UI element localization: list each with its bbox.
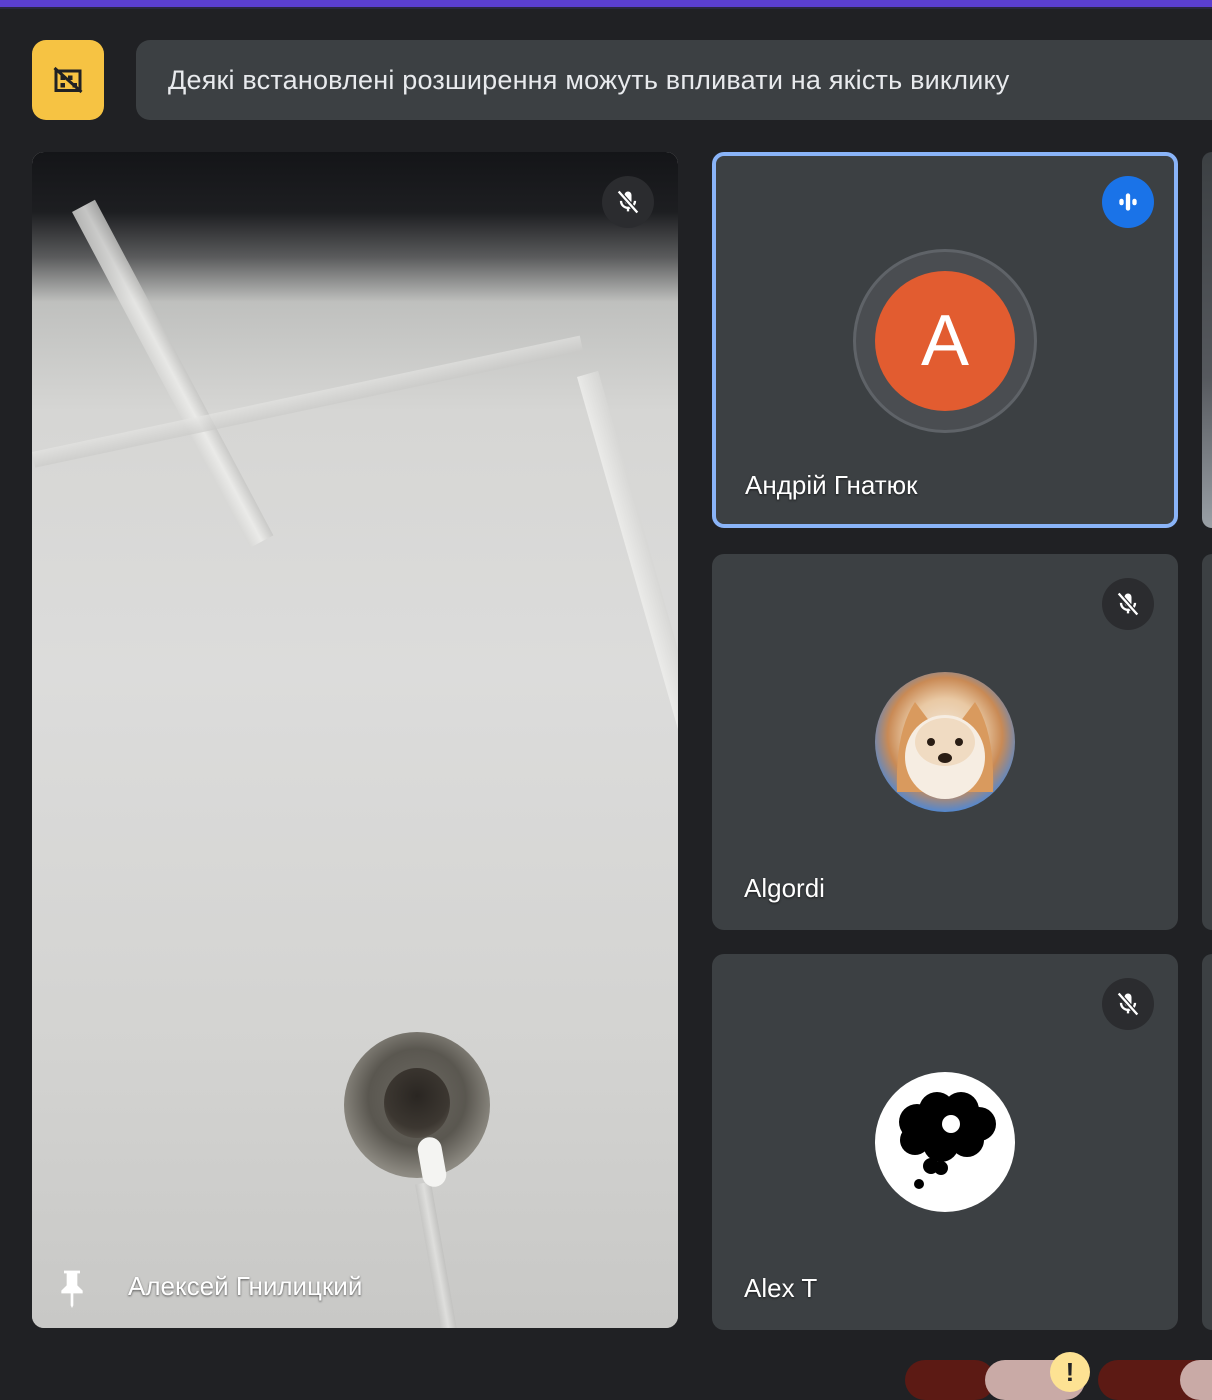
avatar-ring: A [853,249,1037,433]
participant-name: Algordi [744,873,825,903]
extensions-warning-banner: Деякі встановлені розширення можуть впли… [136,40,1212,120]
participant-name: Alex T [744,1273,818,1303]
thought-bubble-icon [899,1092,996,1189]
offscreen-tile-edge [1202,954,1212,1330]
avatar [875,1072,1015,1212]
participant-name: Алексей Гнилицкий [128,1271,363,1301]
avatar [875,672,1015,812]
mic-off-indicator [602,176,654,228]
participant-tile-speaking[interactable]: A Андрій Гнатюк [712,152,1178,528]
extensions-warning-button[interactable] [32,40,104,120]
extensions-off-icon [53,66,83,94]
pin-icon [61,1270,83,1308]
mic-off-indicator [1102,578,1154,630]
camera-video [32,152,678,1328]
offscreen-tile-edge [1202,152,1212,528]
mic-off-icon [1116,591,1140,617]
bottom-control[interactable] [905,1360,995,1400]
participant-tile[interactable]: Algordi [712,554,1178,930]
main-video-tile[interactable]: Алексей Гнилицкий [32,152,678,1328]
avatar: A [875,271,1015,411]
dog-avatar-icon [896,702,994,799]
warning-badge: ! [1050,1352,1090,1392]
participant-tile[interactable]: Alex T [712,954,1178,1330]
pin-button[interactable] [50,1266,94,1310]
video-light-socket [384,1068,450,1138]
top-bar-shade [0,7,1212,9]
speaking-indicator [1102,176,1154,228]
mic-off-indicator [1102,978,1154,1030]
mic-off-icon [616,189,640,215]
audio-level-icon [1119,193,1137,211]
top-accent-bar [0,0,1212,7]
banner-message: Деякі встановлені розширення можуть впли… [168,64,1010,95]
mic-off-icon [1116,991,1140,1017]
bottom-control[interactable] [1180,1360,1212,1400]
offscreen-tile-edge [1202,554,1212,930]
participant-name: Андрій Гнатюк [745,470,918,500]
